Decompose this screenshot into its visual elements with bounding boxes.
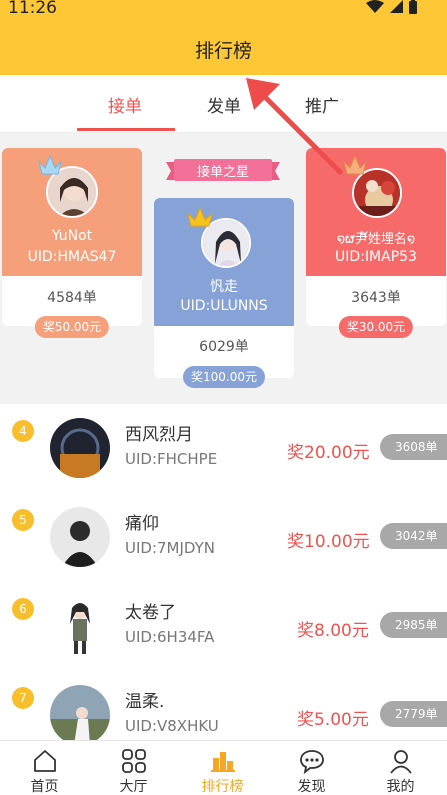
star-banner: 接单之星 bbox=[166, 158, 280, 184]
crown-icon bbox=[343, 154, 367, 175]
order-count: 3608单 bbox=[380, 434, 447, 460]
nav-mine[interactable]: 我的 bbox=[356, 741, 445, 795]
user-uid: UID:FHCHPE bbox=[125, 450, 218, 468]
podium-uid: UID:HMAS47 bbox=[27, 249, 117, 265]
tab-accept-orders[interactable]: 接单 bbox=[108, 92, 142, 117]
home-icon bbox=[33, 750, 56, 772]
prize-amount: 奖8.00元 bbox=[297, 621, 369, 641]
tab-promotion[interactable]: 推广 bbox=[305, 92, 339, 117]
chat-bubble-icon bbox=[299, 750, 324, 774]
prize-badge: 奖100.00元 bbox=[183, 366, 265, 388]
nav-ranking[interactable]: 排行榜 bbox=[178, 741, 267, 795]
podium-count: 4584单 bbox=[47, 290, 97, 306]
banner-label: 接单之星 bbox=[196, 165, 249, 180]
crown-icon bbox=[187, 206, 213, 227]
user-uid: UID:6H34FA bbox=[125, 628, 215, 646]
status-time: 11:26 bbox=[8, 0, 57, 18]
active-tab-indicator bbox=[77, 128, 175, 131]
user-name: 太卷了 bbox=[125, 603, 176, 623]
list-item[interactable]: 5 痛仰 UID:7MJDYN 奖10.00元 3042单 bbox=[0, 493, 447, 582]
nav-label: 大厅 bbox=[119, 779, 148, 795]
podium-name: ໑ຜ尹້姓埋名໑ bbox=[336, 232, 416, 247]
user-uid: UID:7MJDYN bbox=[125, 539, 216, 557]
prize-badge: 奖50.00元 bbox=[34, 316, 110, 338]
tab-post-orders[interactable]: 发单 bbox=[207, 92, 241, 117]
avatar bbox=[50, 685, 110, 740]
user-name: 温柔. bbox=[125, 692, 165, 712]
ranking-icon bbox=[210, 752, 235, 772]
avatar bbox=[50, 507, 110, 567]
list-item[interactable]: 6 太卷了 UID:6H34FA 奖8.00元 2985单 bbox=[0, 582, 447, 671]
order-count: 3042单 bbox=[380, 523, 447, 549]
battery-icon bbox=[409, 0, 417, 14]
prize-amount: 奖20.00元 bbox=[287, 443, 370, 463]
avatar bbox=[50, 418, 110, 478]
podium-name: 忛走 bbox=[210, 279, 238, 295]
nav-discover[interactable]: 发现 bbox=[267, 741, 356, 795]
status-icons bbox=[366, 0, 417, 14]
order-count: 2779单 bbox=[380, 701, 447, 727]
bottom-nav: 首页 大厅 排行榜 发现 我的 bbox=[0, 740, 447, 795]
podium-card-first[interactable]: 忛走 UID:ULUNNS 6029单 奖100.00元 bbox=[154, 198, 294, 388]
nav-label: 首页 bbox=[30, 779, 59, 795]
ranking-list: 4 西风烈月 UID:FHCHPE 奖20.00元 3608单 5 痛仰 UID… bbox=[0, 404, 447, 740]
podium-card-second[interactable]: YuNot UID:HMAS47 4584单 奖50.00元 bbox=[2, 148, 142, 338]
rank-badge: 5 bbox=[12, 509, 34, 531]
order-count: 2985单 bbox=[380, 612, 447, 638]
tab-bar: 接单 发单 推广 bbox=[0, 75, 447, 133]
nav-home[interactable]: 首页 bbox=[0, 741, 89, 795]
crown-icon bbox=[38, 154, 62, 175]
prize-badge: 奖30.00元 bbox=[338, 316, 414, 338]
grid-icon bbox=[121, 749, 146, 773]
app-header: 11:26 排行榜 bbox=[0, 0, 447, 75]
rank-badge: 4 bbox=[12, 420, 34, 442]
nav-label: 我的 bbox=[386, 779, 415, 795]
podium-count: 6029单 bbox=[199, 339, 249, 355]
user-uid: UID:V8XHKU bbox=[125, 717, 219, 735]
nav-hall[interactable]: 大厅 bbox=[89, 741, 178, 795]
wifi-icon bbox=[366, 0, 384, 13]
user-name: 西风烈月 bbox=[125, 425, 193, 445]
nav-label: 发现 bbox=[297, 779, 326, 795]
podium-uid: UID:ULUNNS bbox=[180, 298, 268, 314]
rank-badge: 6 bbox=[12, 598, 34, 620]
podium-name: YuNot bbox=[51, 228, 93, 244]
prize-amount: 奖5.00元 bbox=[297, 710, 369, 730]
prize-amount: 奖10.00元 bbox=[287, 532, 370, 552]
podium-uid: UID:IMAP53 bbox=[335, 249, 417, 265]
podium-card-third[interactable]: ໑ຜ尹້姓埋名໑ UID:IMAP53 3643单 奖30.00元 bbox=[306, 148, 446, 338]
list-item[interactable]: 7 温柔. UID:V8XHKU 奖5.00元 2779单 bbox=[0, 671, 447, 740]
user-icon bbox=[389, 750, 412, 774]
podium-count: 3643单 bbox=[351, 290, 401, 306]
avatar bbox=[50, 596, 110, 656]
user-name: 痛仰 bbox=[125, 514, 159, 534]
nav-label: 排行榜 bbox=[201, 779, 244, 795]
signal-icon bbox=[390, 0, 403, 13]
page-title: 排行榜 bbox=[194, 40, 252, 62]
podium: YuNot UID:HMAS47 4584单 奖50.00元 接单之星 忛走 U… bbox=[0, 134, 447, 402]
rank-badge: 7 bbox=[12, 687, 34, 709]
list-item[interactable]: 4 西风烈月 UID:FHCHPE 奖20.00元 3608单 bbox=[0, 404, 447, 493]
